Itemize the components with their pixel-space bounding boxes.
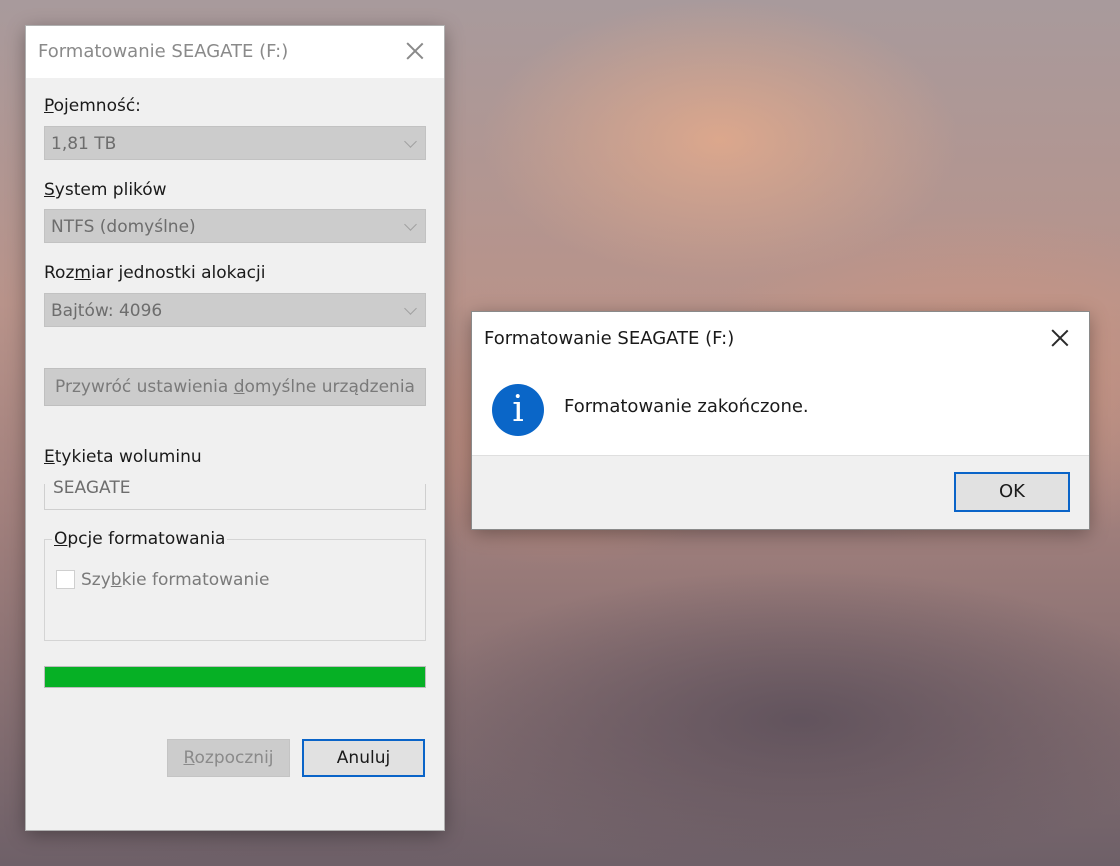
chevron-down-icon xyxy=(404,218,417,231)
capacity-value: 1,81 TB xyxy=(51,134,117,154)
allocation-unit-value: Bajtów: 4096 xyxy=(51,301,163,321)
format-options-legend: Opcje formatowania xyxy=(52,529,228,549)
capacity-select[interactable]: 1,81 TB xyxy=(44,126,426,160)
allocation-unit-select[interactable]: Bajtów: 4096 xyxy=(44,293,426,327)
capacity-label: Pojemność: xyxy=(44,96,141,116)
message-box-footer: OK xyxy=(472,455,1089,529)
file-system-value: NTFS (domyślne) xyxy=(51,217,196,237)
allocation-unit-label: Rozmiar jednostki alokacji xyxy=(44,263,266,283)
chevron-down-icon xyxy=(404,135,417,148)
close-icon[interactable] xyxy=(404,40,426,62)
volume-label-input[interactable]: SEAGATE xyxy=(44,478,426,510)
chevron-down-icon xyxy=(404,302,417,315)
format-progress-bar xyxy=(44,666,426,688)
format-options-group xyxy=(44,539,426,641)
close-icon[interactable] xyxy=(1049,327,1071,349)
file-system-label: System plików xyxy=(44,180,167,200)
start-button[interactable]: Rozpocznij xyxy=(167,739,290,777)
info-icon: i xyxy=(492,384,544,436)
format-dialog-title: Formatowanie SEAGATE (F:) xyxy=(38,41,289,62)
format-dialog: Formatowanie SEAGATE (F:) Pojemność: 1,8… xyxy=(26,26,444,830)
volume-label-value: SEAGATE xyxy=(53,478,131,498)
file-system-select[interactable]: NTFS (domyślne) xyxy=(44,209,426,243)
ok-button[interactable]: OK xyxy=(954,472,1070,512)
quick-format-label[interactable]: Szybkie formatowanie xyxy=(81,570,269,590)
volume-label-label: Etykieta woluminu xyxy=(44,447,202,467)
quick-format-checkbox[interactable] xyxy=(56,570,75,589)
cancel-button[interactable]: Anuluj xyxy=(302,739,425,777)
restore-defaults-button[interactable]: Przywróć ustawienia domyślne urządzenia xyxy=(44,368,426,406)
format-dialog-titlebar[interactable]: Formatowanie SEAGATE (F:) xyxy=(26,26,444,78)
format-progress-fill xyxy=(45,667,425,687)
message-box-title: Formatowanie SEAGATE (F:) xyxy=(484,328,735,349)
message-text: Formatowanie zakończone. xyxy=(564,396,809,417)
completion-message-box: Formatowanie SEAGATE (F:) i Formatowanie… xyxy=(472,312,1089,529)
